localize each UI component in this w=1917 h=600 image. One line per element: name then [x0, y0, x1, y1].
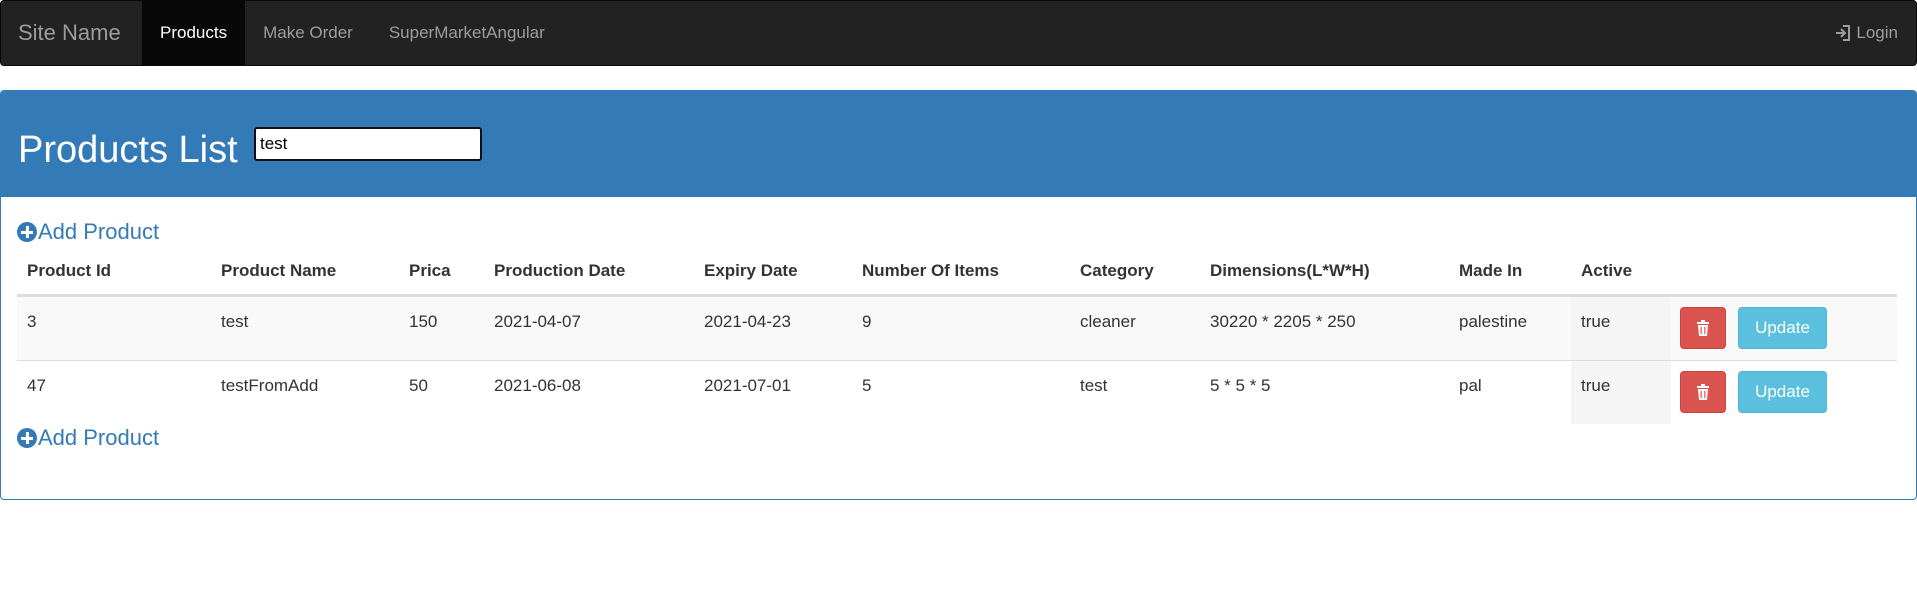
nav-link-products[interactable]: Products [142, 1, 246, 65]
update-button[interactable]: Update [1738, 307, 1827, 349]
cell-price: 50 [409, 376, 428, 395]
plus-circle-icon [17, 222, 37, 242]
cell-expiry-date: 2021-07-01 [704, 376, 791, 395]
login-label: Login [1856, 23, 1898, 42]
cell-expiry-date: 2021-04-23 [704, 312, 791, 331]
cell-dimensions: 5 * 5 * 5 [1210, 376, 1271, 395]
cell-product-name: testFromAdd [221, 376, 319, 395]
search-input[interactable] [254, 127, 482, 161]
table-row: 47 testFromAdd 50 2021-06-08 2021-07-01 … [17, 360, 1897, 424]
header-production-date: Production Date [494, 261, 626, 280]
cell-active: true [1581, 312, 1611, 331]
header-price: Prica [409, 261, 451, 280]
add-product-link-bottom[interactable]: Add Product [17, 425, 159, 451]
update-button[interactable]: Update [1738, 371, 1827, 413]
login-icon [1836, 25, 1851, 41]
header-expiry-date: Expiry Date [704, 261, 798, 280]
trash-icon [1697, 320, 1709, 336]
plus-circle-icon [17, 428, 37, 448]
cell-category: test [1080, 376, 1108, 395]
cell-product-id: 47 [27, 376, 46, 395]
site-brand[interactable]: Site Name [18, 1, 121, 65]
nav-link-make-order[interactable]: Make Order [245, 1, 371, 65]
cell-product-id: 3 [27, 312, 37, 331]
cell-price: 150 [409, 312, 438, 331]
cell-product-name: test [221, 312, 249, 331]
navbar: Site Name Products Make Order SuperMarke… [0, 0, 1917, 66]
table-row: 3 test 150 2021-04-07 2021-04-23 9 clean… [17, 296, 1897, 360]
page-title: Products List [18, 129, 238, 171]
cell-made-in: palestine [1459, 312, 1528, 331]
header-product-id: Product Id [27, 261, 112, 280]
cell-category: cleaner [1080, 312, 1136, 331]
delete-button[interactable] [1680, 307, 1726, 349]
header-category: Category [1080, 261, 1154, 280]
trash-icon [1697, 384, 1709, 400]
cell-number-of-items: 5 [862, 376, 872, 395]
header-product-name: Product Name [221, 261, 337, 280]
header-number-of-items: Number Of Items [862, 261, 999, 280]
table-header: Product Id Product Name Prica Production… [17, 240, 1897, 296]
delete-button[interactable] [1680, 371, 1726, 413]
cell-active: true [1581, 376, 1611, 395]
header-active: Active [1581, 261, 1633, 280]
nav-links: Products Make Order SuperMarketAngular [142, 1, 563, 65]
cell-production-date: 2021-04-07 [494, 312, 581, 331]
nav-link-supermarket-angular[interactable]: SuperMarketAngular [371, 1, 563, 65]
cell-made-in: pal [1459, 376, 1482, 395]
header-made-in: Made In [1459, 261, 1523, 280]
login-link[interactable]: Login [1834, 1, 1898, 65]
cell-number-of-items: 9 [862, 312, 872, 331]
products-table: Product Id Product Name Prica Production… [17, 240, 1897, 424]
cell-dimensions: 30220 * 2205 * 250 [1210, 312, 1356, 331]
cell-production-date: 2021-06-08 [494, 376, 581, 395]
add-product-label: Add Product [38, 425, 160, 450]
header-dimensions: Dimensions(L*W*H) [1210, 261, 1370, 280]
